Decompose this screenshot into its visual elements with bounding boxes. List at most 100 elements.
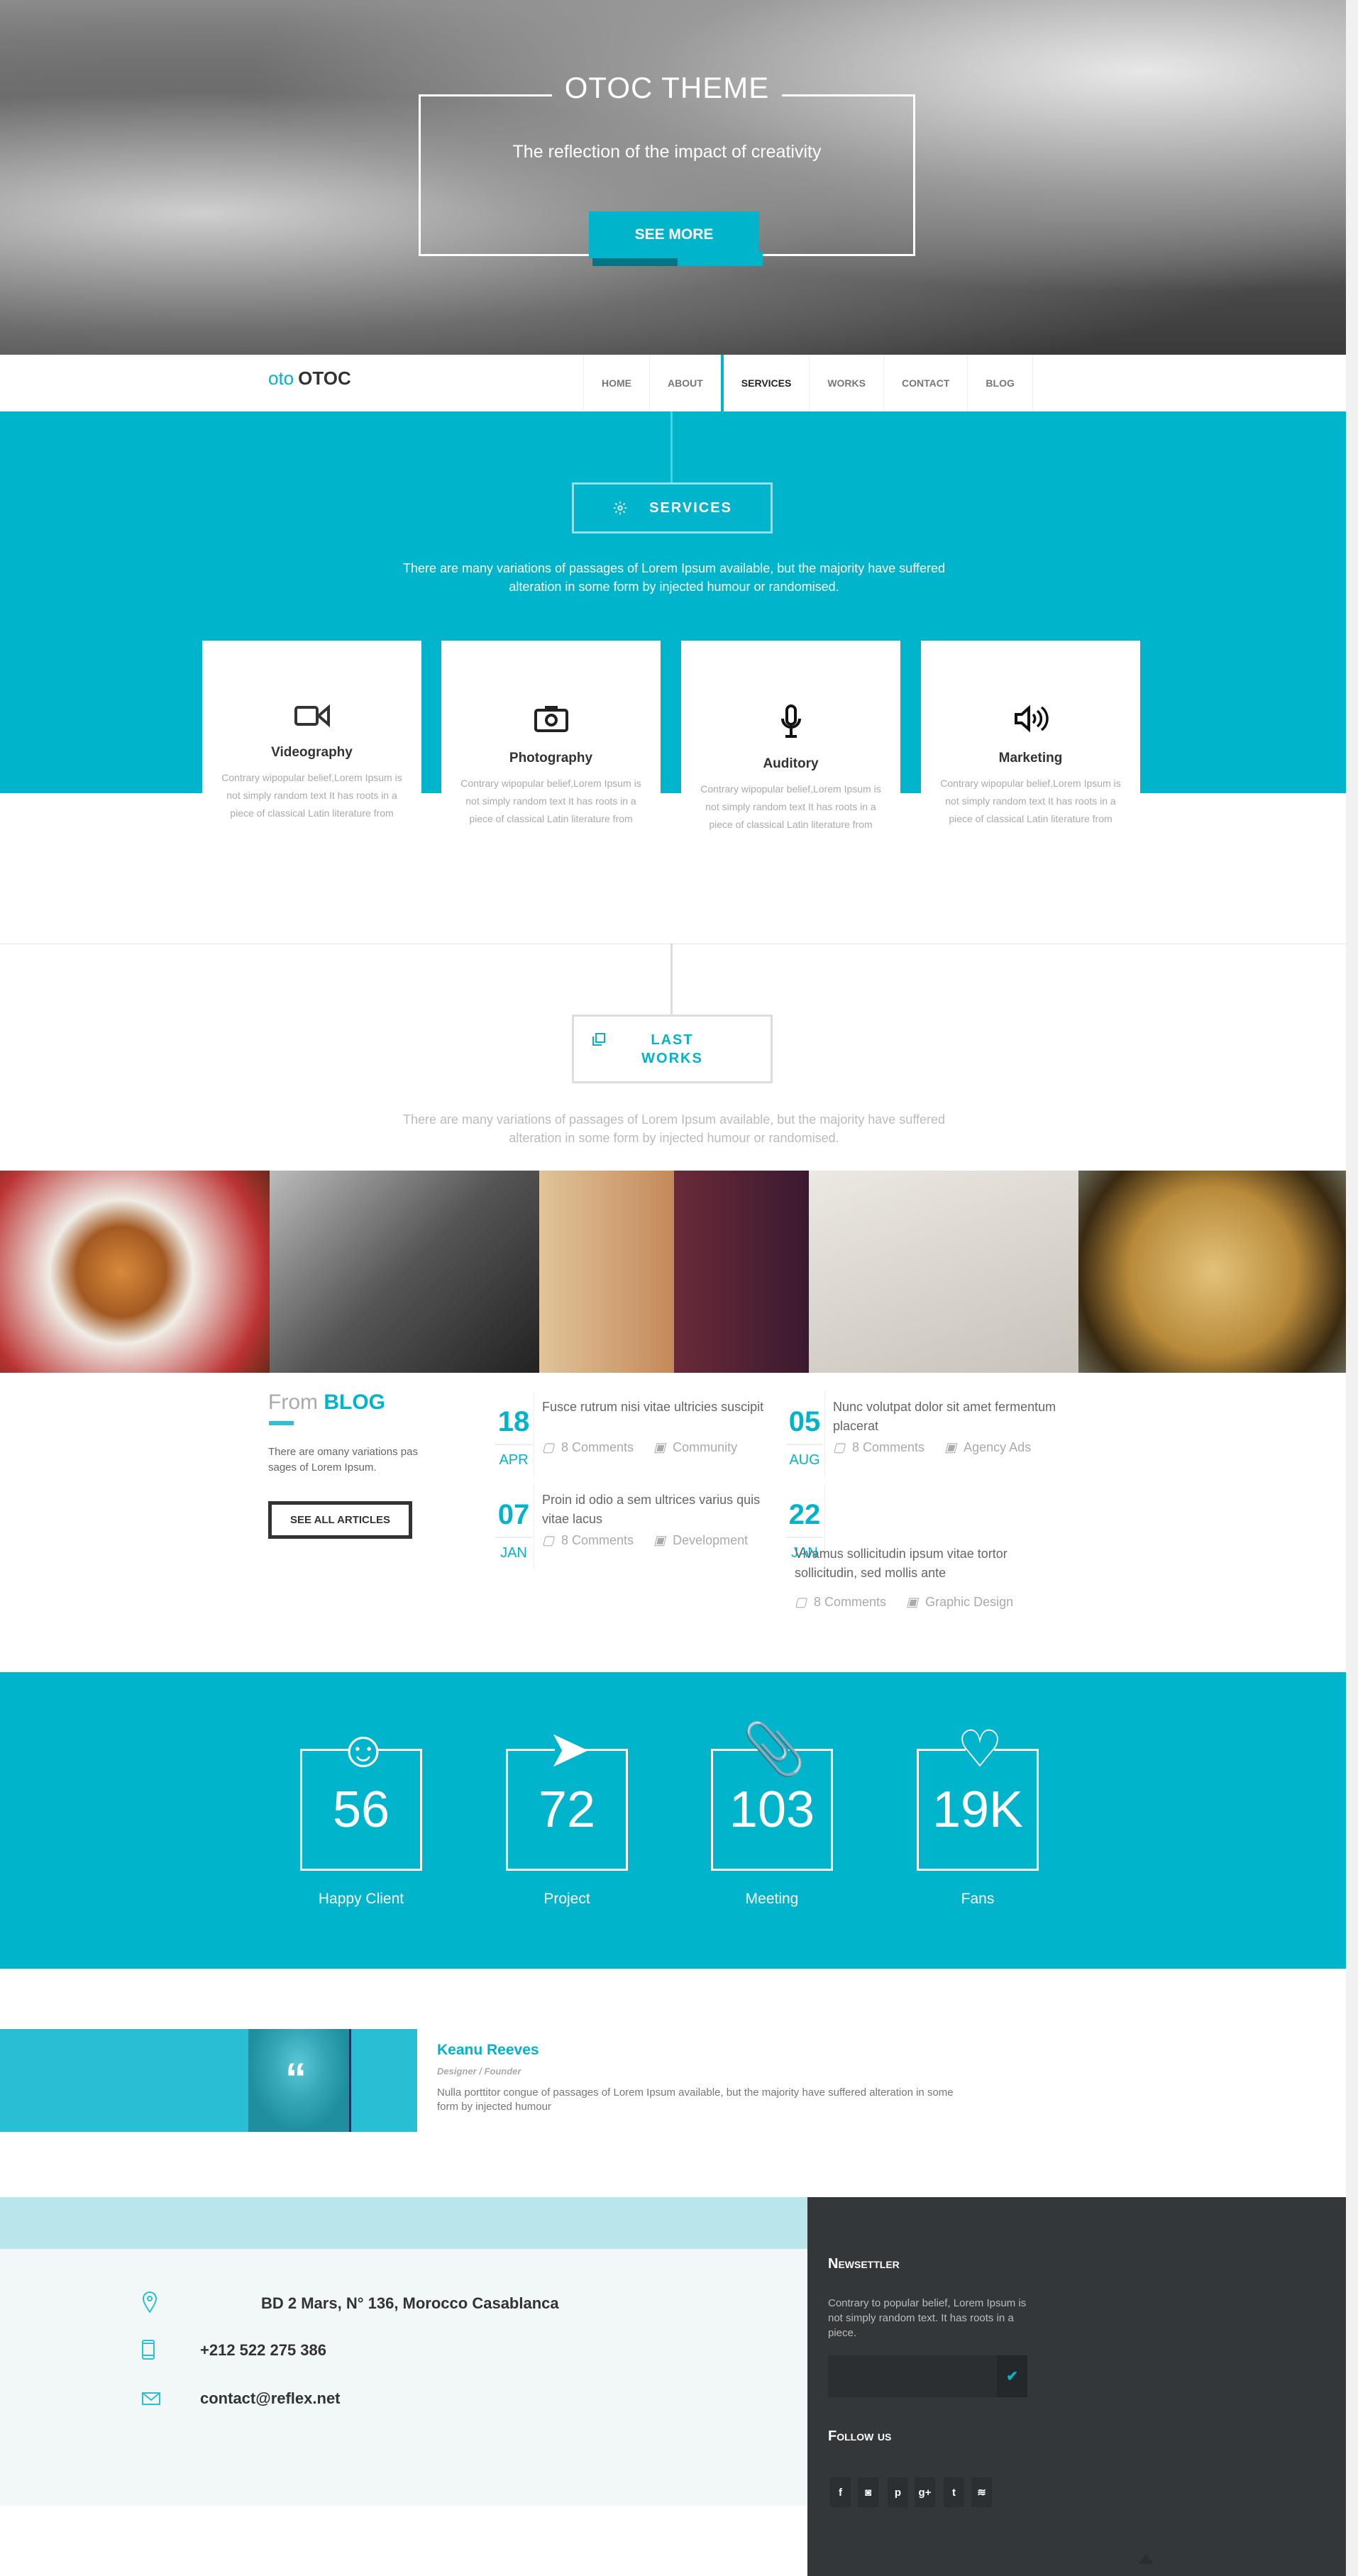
map-pin-icon xyxy=(142,2292,158,2313)
envelope-icon xyxy=(142,2392,160,2405)
post-title[interactable]: Proin id odio a sem ultrices varius quis… xyxy=(542,1491,783,1529)
hero-subtitle: The reflection of the impact of creativi… xyxy=(512,142,822,162)
connector-line xyxy=(670,944,673,1015)
nav-about[interactable]: ABOUT xyxy=(649,355,721,411)
quote-icon: “ xyxy=(285,2055,307,2102)
post-title[interactable]: Fusce rutrum nisi vitae ultricies suscip… xyxy=(542,1398,783,1417)
rss-icon[interactable]: ≋ xyxy=(971,2477,992,2507)
heart-icon: ♡ xyxy=(956,1721,1003,1778)
nav-contact[interactable]: CONTACT xyxy=(883,355,967,411)
service-card-videography[interactable]: Videography Contrary wipopular belief,Lor… xyxy=(202,641,421,832)
blog-description: There are omany variations pas sages of … xyxy=(268,1446,418,1474)
newsletter-email-input[interactable] xyxy=(828,2355,997,2397)
hero-title: OTOC THEME xyxy=(564,71,770,104)
logo[interactable]: oto OTOC xyxy=(268,367,351,389)
testimonial-background xyxy=(0,2029,417,2132)
avatar: “ xyxy=(248,2029,351,2132)
service-card-auditory[interactable]: Auditory Contrary wipopular belief,Lorem … xyxy=(681,641,900,832)
work-item-clock[interactable] xyxy=(539,1171,809,1373)
comments-link[interactable]: ▢ 8 Comments xyxy=(542,1533,634,1548)
comment-icon: ▢ xyxy=(833,1440,846,1454)
folder-icon: ▣ xyxy=(653,1440,666,1454)
card-text: Contrary wipopular belief,Lorem Ipsum is… xyxy=(221,772,402,819)
service-card-photography[interactable]: Photography Contrary wipopular belief,Lor… xyxy=(441,641,661,832)
category-link[interactable]: ▣ Agency Ads xyxy=(944,1440,1031,1455)
footer-band xyxy=(0,2197,807,2249)
works-heading: LAST WORKS xyxy=(572,1015,773,1083)
main-menu: HOME ABOUT SERVICES WORKS CONTACT BLOG xyxy=(583,355,1033,411)
card-text: Contrary wipopular belief,Lorem Ipsum is… xyxy=(700,783,881,830)
stat-fans: ♡ 19K Fans xyxy=(917,1721,1039,1908)
category-link[interactable]: ▣ Development xyxy=(653,1533,748,1548)
comments-link[interactable]: ▢ 8 Comments xyxy=(833,1440,924,1455)
post-title[interactable]: Nunc volutpat dolor sit amet fermentum p… xyxy=(833,1398,1074,1436)
card-title: Photography xyxy=(509,751,593,765)
nav-services[interactable]: SERVICES xyxy=(720,355,810,411)
blog-post[interactable]: 22 JAN Vivamus sollicitudin ipsum vitae t… xyxy=(786,1485,1084,1609)
comments-link[interactable]: ▢ 8 Comments xyxy=(542,1440,634,1455)
card-text: Contrary wipopular belief,Lorem Ipsum is… xyxy=(940,778,1121,824)
post-title[interactable]: Vivamus sollicitudin ipsum vitae tortor … xyxy=(795,1544,1029,1583)
title-underline xyxy=(269,1421,294,1425)
contact-address: BD 2 Mars, N° 136, Morocco Casablanca xyxy=(261,2294,559,2312)
testimonial-role: Designer / Founder xyxy=(437,2066,521,2077)
see-all-articles-button[interactable]: SEE ALL ARTICLES xyxy=(268,1501,412,1539)
paper-plane-icon: ➤ xyxy=(547,1721,591,1778)
blog-post[interactable]: 18 APR Fusce rutrum nisi vitae ultricies … xyxy=(495,1392,793,1477)
nav-home[interactable]: HOME xyxy=(583,355,649,411)
pinterest-icon[interactable]: p xyxy=(888,2477,908,2507)
video-camera-icon xyxy=(294,704,330,728)
facebook-icon[interactable]: f xyxy=(830,2477,851,2507)
work-item-monochrome[interactable] xyxy=(270,1171,539,1373)
folder-icon: ▣ xyxy=(653,1533,666,1547)
blog-post[interactable]: 07 JAN Proin id odio a sem ultrices variu… xyxy=(495,1485,793,1570)
camera-icon xyxy=(534,706,568,732)
nav-blog[interactable]: BLOG xyxy=(967,355,1033,411)
folder-icon: ▣ xyxy=(906,1595,919,1609)
connector-line xyxy=(670,411,673,482)
work-item-sketches[interactable] xyxy=(809,1171,1078,1373)
card-title: Videography xyxy=(271,745,353,760)
user-icon: ☺ xyxy=(337,1721,390,1778)
copy-icon xyxy=(592,1033,605,1046)
category-link[interactable]: ▣ Graphic Design xyxy=(906,1595,1013,1610)
microphone-icon xyxy=(780,704,801,738)
contact-area xyxy=(0,2249,807,2506)
contact-email[interactable]: contact@reflex.net xyxy=(200,2389,341,2408)
newsletter-text: Contrary to popular belief, Lorem Ipsum … xyxy=(828,2297,1027,2339)
card-title: Auditory xyxy=(763,756,819,771)
stat-meeting: 📎 103 Meeting xyxy=(711,1721,833,1908)
back-to-top-icon[interactable] xyxy=(1138,2554,1154,2564)
comment-icon: ▢ xyxy=(542,1440,555,1454)
instagram-icon[interactable]: ◙ xyxy=(858,2477,878,2507)
google-plus-icon[interactable]: g+ xyxy=(915,2477,935,2507)
folder-icon: ▣ xyxy=(944,1440,957,1454)
twitter-icon[interactable]: t xyxy=(944,2477,964,2507)
work-item-flag-icon[interactable] xyxy=(1078,1171,1348,1373)
nav-works[interactable]: WORKS xyxy=(809,355,883,411)
speaker-icon xyxy=(1014,704,1049,733)
work-item-vintage-camera[interactable] xyxy=(0,1171,270,1373)
card-text: Contrary wipopular belief,Lorem Ipsum is… xyxy=(460,778,641,824)
blog-post[interactable]: 05 AUG Nunc volutpat dolor sit amet ferme… xyxy=(786,1392,1084,1477)
newsletter-title: Newsettler xyxy=(828,2256,900,2272)
comment-icon: ▢ xyxy=(795,1595,807,1609)
comment-icon: ▢ xyxy=(542,1533,555,1547)
check-icon: ✔ xyxy=(1006,2369,1018,2384)
card-title: Marketing xyxy=(998,751,1063,765)
blog-title: From BLOG xyxy=(268,1391,386,1414)
stat-happy-client: ☺ 56 Happy Client xyxy=(300,1721,422,1908)
service-card-marketing[interactable]: Marketing Contrary wipopular belief,Lorem… xyxy=(921,641,1140,832)
follow-title: Follow us xyxy=(828,2428,892,2444)
newsletter-submit-button[interactable]: ✔ xyxy=(997,2355,1027,2397)
gear-icon xyxy=(613,501,627,515)
scrollbar[interactable] xyxy=(1346,0,1358,2576)
category-link[interactable]: ▣ Community xyxy=(653,1440,737,1455)
services-heading: SERVICES xyxy=(572,482,773,534)
stats-section xyxy=(0,1672,1346,1969)
testimonial-text: Nulla porttitor congue of passages of Lo… xyxy=(437,2086,954,2113)
comments-link[interactable]: ▢ 8 Comments xyxy=(795,1595,886,1610)
see-more-button[interactable]: SEE MORE xyxy=(589,211,759,258)
contact-phone: +212 522 275 386 xyxy=(200,2341,327,2359)
services-description: There are many variations of passages of… xyxy=(402,561,946,594)
